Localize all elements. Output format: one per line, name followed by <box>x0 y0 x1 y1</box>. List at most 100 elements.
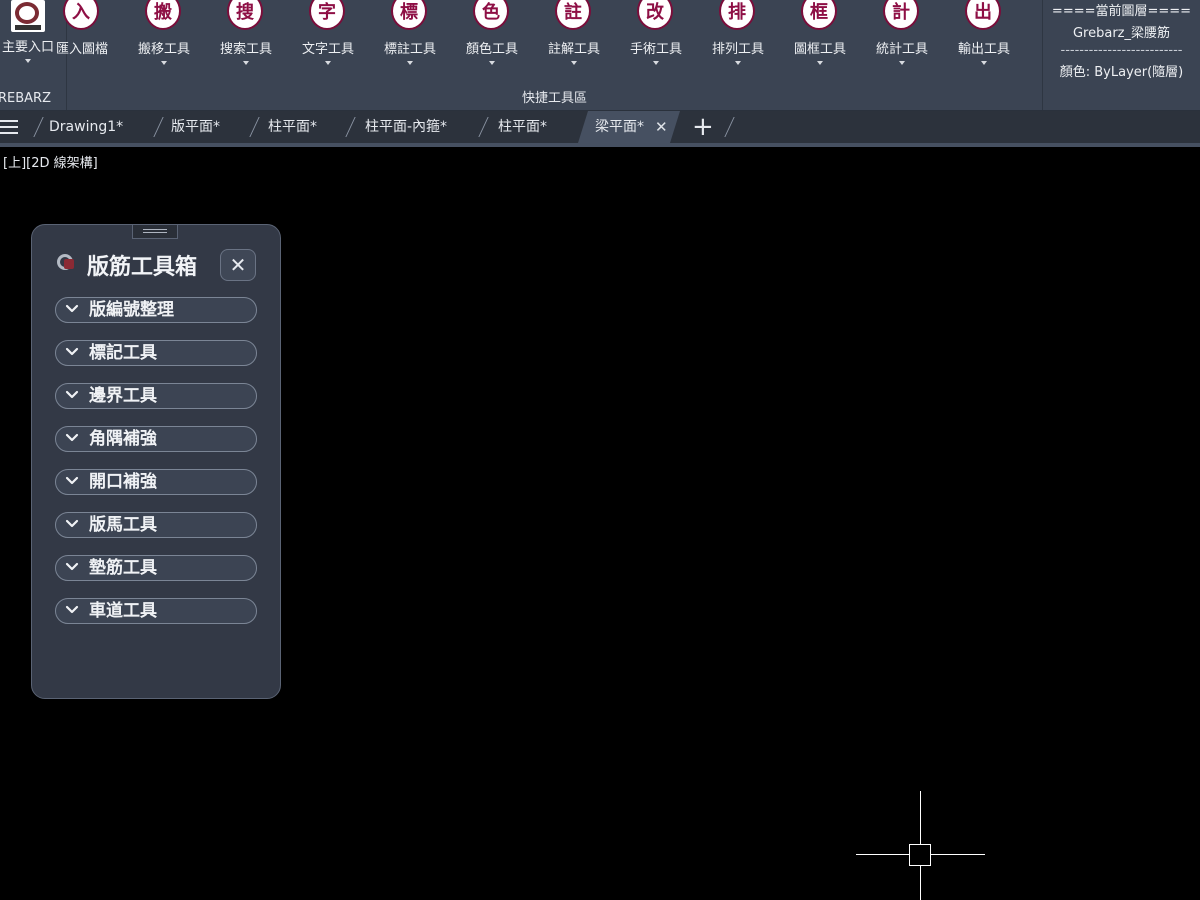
chevron-down-icon <box>64 473 80 489</box>
tool-badge-icon: 出 <box>964 0 1004 34</box>
tool-label: 手術工具 <box>629 42 682 57</box>
panel-drag-handle[interactable] <box>132 225 178 239</box>
tool-glyph: 出 <box>974 2 992 23</box>
chevron-down-icon <box>64 344 80 360</box>
panel-close-button[interactable]: ✕ <box>220 249 256 281</box>
layer-name[interactable]: Grebarz_梁腰筋 <box>1043 22 1200 41</box>
chevron-down-icon[interactable] <box>981 61 987 65</box>
tool-badge-icon: 排 <box>718 0 758 34</box>
layer-color[interactable]: 顏色: ByLayer(隨層) <box>1043 61 1200 80</box>
add-tab-icon[interactable]: + <box>692 113 714 141</box>
tab-column-plan[interactable]: 柱平面* <box>268 111 317 143</box>
chevron-down-icon[interactable] <box>489 61 495 65</box>
chevron-down-icon <box>64 430 80 446</box>
close-tab-icon[interactable]: ✕ <box>655 111 668 143</box>
section-label: 版馬工具 <box>89 515 157 535</box>
quick-tool-button[interactable]: 框圖框工具 <box>779 0 861 72</box>
tool-glyph: 入 <box>72 2 90 23</box>
toolbox-section-toggle[interactable]: 墊筋工具 <box>55 555 257 581</box>
section-label: 角隅補強 <box>89 429 157 449</box>
chevron-down-icon[interactable] <box>571 61 577 65</box>
layer-header: ====當前圖層==== <box>1051 4 1192 19</box>
toolbox-section-toggle[interactable]: 車道工具 <box>55 598 257 624</box>
menu-icon[interactable] <box>0 120 18 134</box>
quick-tool-button[interactable]: 計統計工具 <box>861 0 943 72</box>
tab-separator <box>345 117 356 137</box>
tab-beam-plan[interactable]: 梁平面* <box>595 111 644 143</box>
tool-glyph: 計 <box>892 2 910 23</box>
quick-tool-button[interactable]: 入匯入圖檔 <box>41 0 123 72</box>
tool-glyph: 色 <box>482 2 500 23</box>
slab-rebar-toolbox-panel: 版筋工具箱 ✕ 版編號整理標記工具邊界工具角隅補強開口補強版馬工具墊筋工具車道工… <box>31 224 281 699</box>
chevron-down-icon[interactable] <box>735 61 741 65</box>
tool-badge-icon: 字 <box>308 0 348 34</box>
tool-badge-icon: 搜 <box>226 0 266 34</box>
quick-tool-button[interactable]: 註註解工具 <box>533 0 615 72</box>
viewport-view-label[interactable]: [上][2D 線架構] <box>3 152 98 171</box>
section-label: 墊筋工具 <box>89 558 157 578</box>
ribbon-group-current-layer: ====當前圖層==== Grebarz_梁腰筋 ---------------… <box>1043 0 1200 110</box>
toolbox-section-toggle[interactable]: 開口補強 <box>55 469 257 495</box>
tab-drawing1[interactable]: Drawing1* <box>49 111 123 143</box>
quick-tool-button[interactable]: 搜搜索工具 <box>205 0 287 72</box>
toolbox-section-toggle[interactable]: 版馬工具 <box>55 512 257 538</box>
layer-divider: -------------------------- <box>1060 43 1183 58</box>
chevron-down-icon <box>25 59 31 63</box>
file-tab-bar: Drawing1* 版平面* 柱平面* 柱平面-內箍* 柱平面* 梁平面* ✕ … <box>0 111 1200 143</box>
ribbon-group-label: REBARZ <box>0 91 51 106</box>
tool-badge-icon: 註 <box>554 0 594 34</box>
tab-slab-plan[interactable]: 版平面* <box>171 111 220 143</box>
ribbon: 主要入口 REBARZ 入匯入圖檔搬搬移工具搜搜索工具字文字工具標標註工具色顏色… <box>0 0 1200 111</box>
tool-glyph: 搜 <box>236 2 254 23</box>
chevron-down-icon[interactable] <box>817 61 823 65</box>
grebarz-logo-icon <box>11 0 45 32</box>
quick-tool-button[interactable]: 改手術工具 <box>615 0 697 72</box>
close-icon: ✕ <box>229 253 247 277</box>
grebarz-logo-icon <box>57 254 77 274</box>
quick-tool-button[interactable]: 出輸出工具 <box>943 0 1025 72</box>
tool-label: 搜索工具 <box>219 42 272 57</box>
section-label: 邊界工具 <box>89 386 157 406</box>
quick-tool-button[interactable]: 標標註工具 <box>369 0 451 72</box>
tool-glyph: 排 <box>728 2 746 23</box>
chevron-down-icon <box>64 602 80 618</box>
toolbox-section-toggle[interactable]: 標記工具 <box>55 340 257 366</box>
section-label: 版編號整理 <box>89 300 174 320</box>
tool-label: 搬移工具 <box>137 42 190 57</box>
tool-glyph: 字 <box>318 2 336 23</box>
tab-separator <box>478 117 489 137</box>
chevron-down-icon[interactable] <box>407 61 413 65</box>
section-label: 車道工具 <box>89 601 157 621</box>
tool-label: 顏色工具 <box>465 42 518 57</box>
tab-separator <box>153 117 164 137</box>
tool-badge-icon: 改 <box>636 0 676 34</box>
chevron-down-icon <box>64 387 80 403</box>
tab-bar-underline <box>0 143 1200 147</box>
chevron-down-icon[interactable] <box>325 61 331 65</box>
quick-tool-button[interactable]: 色顏色工具 <box>451 0 533 72</box>
tool-label: 統計工具 <box>875 42 928 57</box>
section-label: 開口補強 <box>89 472 157 492</box>
panel-title: 版筋工具箱 <box>87 255 198 280</box>
tab-column-plan-inner-hoop[interactable]: 柱平面-內箍* <box>365 111 447 143</box>
toolbox-section-toggle[interactable]: 版編號整理 <box>55 297 257 323</box>
chevron-down-icon <box>64 559 80 575</box>
tool-badge-icon: 搬 <box>144 0 184 34</box>
tool-badge-icon: 入 <box>62 0 102 34</box>
chevron-down-icon[interactable] <box>161 61 167 65</box>
tab-column-plan-2[interactable]: 柱平面* <box>498 111 547 143</box>
chevron-down-icon[interactable] <box>899 61 905 65</box>
quick-tool-button[interactable]: 排排列工具 <box>697 0 779 72</box>
chevron-down-icon[interactable] <box>653 61 659 65</box>
tool-glyph: 標 <box>400 2 418 23</box>
ribbon-group-quick-tools: 入匯入圖檔搬搬移工具搜搜索工具字文字工具標標註工具色顏色工具註註解工具改手術工具… <box>56 0 1043 110</box>
tool-label: 文字工具 <box>301 42 354 57</box>
toolbox-section-toggle[interactable]: 邊界工具 <box>55 383 257 409</box>
chevron-down-icon[interactable] <box>243 61 249 65</box>
quick-tool-button[interactable]: 搬搬移工具 <box>123 0 205 72</box>
tool-badge-icon: 標 <box>390 0 430 34</box>
tab-separator <box>33 117 44 137</box>
tool-glyph: 註 <box>564 2 582 23</box>
toolbox-section-toggle[interactable]: 角隅補強 <box>55 426 257 452</box>
quick-tool-button[interactable]: 字文字工具 <box>287 0 369 72</box>
